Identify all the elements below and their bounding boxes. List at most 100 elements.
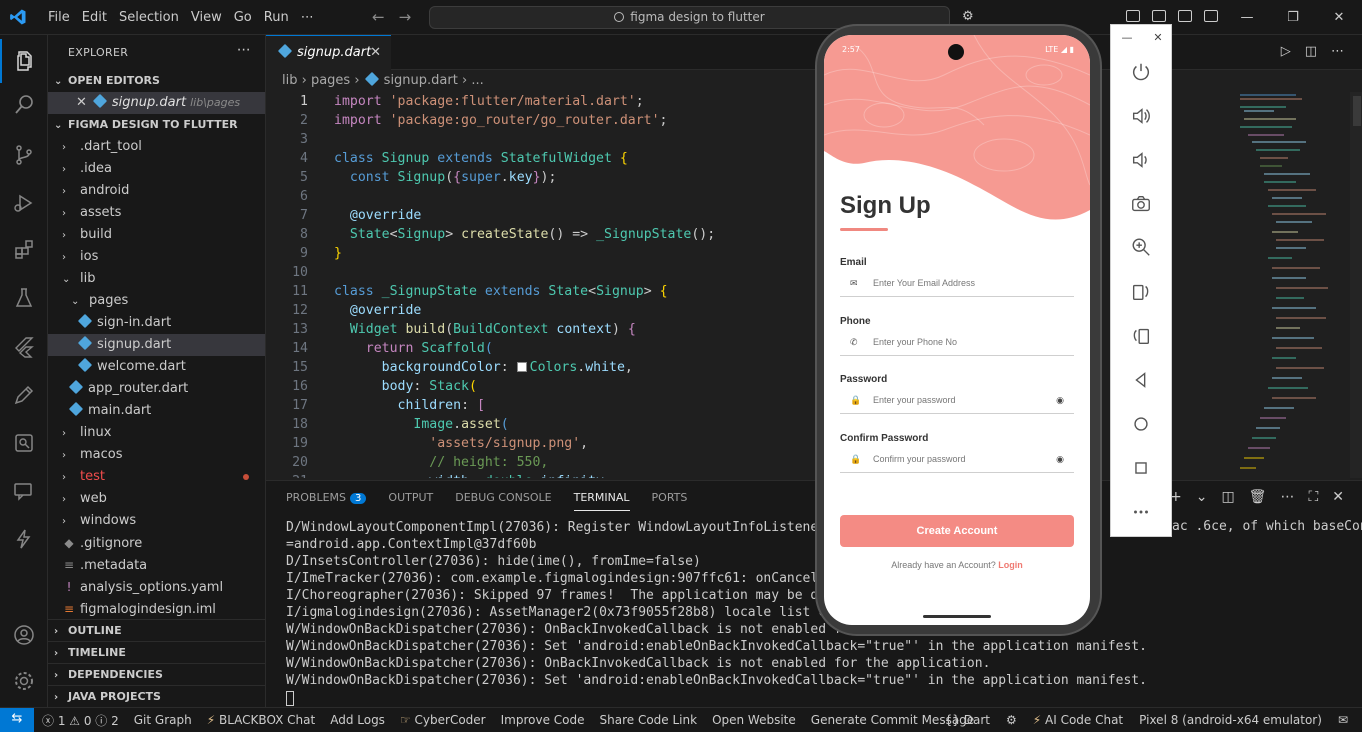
timeline-section[interactable]: › TIMELINE [48,641,265,663]
eye-icon[interactable]: ◉ [1056,396,1064,406]
confirm-password-field[interactable]: 🔒 Confirm your password ◉ [840,449,1074,473]
home-circle-icon[interactable] [1128,411,1154,437]
scrollbar-thumb[interactable] [1353,96,1361,126]
open-editor-item[interactable]: ✕ signup.dart lib\pages [48,92,265,114]
search-icon[interactable] [0,83,48,127]
volume-down-icon[interactable] [1128,147,1154,173]
explorer-icon[interactable] [0,39,48,83]
eye-icon[interactable]: ◉ [1056,455,1064,465]
file-tree-item[interactable]: › .dart_tool [48,136,265,158]
more-options-icon[interactable] [1128,499,1154,525]
email-field[interactable]: ✉ Enter Your Email Address [840,273,1074,297]
menu-edit[interactable]: Edit [76,10,113,25]
flutter-icon[interactable] [0,325,48,369]
tab-terminal[interactable]: TERMINAL [573,491,630,511]
file-tree-item[interactable]: ! analysis_options.yaml [48,576,265,598]
file-tree-item[interactable]: sign-in.dart [48,312,265,334]
phone-field[interactable]: ✆ Enter your Phone No [840,332,1074,356]
chevron-down-icon[interactable]: ⌄ [1196,489,1208,505]
source-control-icon[interactable] [0,133,48,177]
remote-explorer-icon[interactable] [0,421,48,465]
notifications-bell-icon[interactable]: ✉ [1338,713,1348,727]
file-tree-item[interactable]: signup.dart [48,334,265,356]
close-editor-icon[interactable]: ✕ [76,95,87,110]
breadcrumb-item[interactable]: signup.dart [384,73,458,88]
menu-go[interactable]: Go [228,10,258,25]
menu-more[interactable]: ⋯ [295,10,320,25]
file-tree-item[interactable]: welcome.dart [48,356,265,378]
open-website-item[interactable]: Open Website [712,713,796,727]
device-selector[interactable]: Pixel 8 (android-x64 emulator) [1139,713,1322,727]
toggle-secondary-sidebar-icon[interactable] [1204,10,1218,22]
settings-gear-icon[interactable] [0,659,48,703]
copilot-icon[interactable]: ⚙ [962,9,974,24]
more-actions-icon[interactable]: ⋯ [1280,489,1294,505]
breadcrumb-item[interactable]: pages [311,73,350,88]
file-tree-item[interactable]: › linux [48,422,265,444]
problems-status[interactable]: ⓧ 1 ⚠ 0 ⓘ 2 [42,712,119,729]
split-terminal-icon[interactable]: ◫ [1221,489,1234,505]
file-tree-item[interactable]: ≡ .metadata [48,554,265,576]
breadcrumb-item[interactable]: ... [471,73,483,88]
login-link[interactable]: Login [998,560,1023,570]
lightning-icon[interactable] [0,517,48,561]
extensions-icon[interactable] [0,228,48,272]
emulator-screen[interactable]: 2:57 LTE ◢ ▮ Sign Up Email ✉ Enter Your … [824,35,1090,625]
toggle-panel-icon[interactable] [1178,10,1192,22]
menu-selection[interactable]: Selection [113,10,185,25]
file-tree-item[interactable]: › android [48,180,265,202]
close-icon[interactable]: ✕ [1316,0,1362,35]
file-tree-item[interactable]: › web [48,488,265,510]
trash-icon[interactable]: 🗑 [1249,489,1267,505]
file-tree-item[interactable]: ⌄ pages [48,290,265,312]
create-account-button[interactable]: Create Account [840,515,1074,547]
back-triangle-icon[interactable] [1128,367,1154,393]
volume-up-icon[interactable] [1128,103,1154,129]
dependencies-section[interactable]: › DEPENDENCIES [48,663,265,685]
terminal-prompt[interactable] [286,689,1358,706]
file-tree-item[interactable]: ⌄ lib [48,268,265,290]
breadcrumb-item[interactable]: lib [282,73,297,88]
rotate-right-icon[interactable] [1128,323,1154,349]
file-tree-item[interactable]: › macos [48,444,265,466]
overview-square-icon[interactable] [1128,455,1154,481]
java-projects-section[interactable]: › JAVA PROJECTS [48,685,265,707]
password-field[interactable]: 🔒 Enter your password ◉ [840,390,1074,414]
pen-tool-icon[interactable] [0,373,48,417]
file-tree-item[interactable]: ≡ figmalogindesign.iml [48,598,265,620]
git-graph-item[interactable]: Git Graph [134,713,192,727]
more-actions-icon[interactable]: ⋯ [237,35,251,68]
run-file-icon[interactable]: ▷ [1281,44,1291,59]
zoom-in-icon[interactable] [1128,234,1154,260]
file-tree-item[interactable]: › test [48,466,265,488]
restore-icon[interactable]: ❐ [1270,0,1316,35]
rotate-left-icon[interactable] [1128,279,1154,305]
more-actions-icon[interactable]: ⋯ [1331,44,1344,59]
tab-debug-console[interactable]: DEBUG CONSOLE [455,491,551,511]
outline-section[interactable]: › OUTLINE [48,619,265,641]
close-icon[interactable]: ✕ [1153,31,1162,44]
file-tree-item[interactable]: › windows [48,510,265,532]
close-tab-icon[interactable]: ✕ [370,36,381,70]
testing-flask-icon[interactable] [0,276,48,320]
toggle-sidebar-icon[interactable] [1152,10,1166,22]
split-editor-icon[interactable]: ◫ [1305,44,1317,59]
tab-signup-dart[interactable]: signup.dart ✕ [266,35,391,70]
blackbox-chat-item[interactable]: ⚡ BLACKBOX Chat [207,713,315,727]
remote-indicator-icon[interactable]: ⇆ [0,708,34,732]
language-mode[interactable]: {} Dart [945,713,990,727]
copilot-status-icon[interactable]: ⚙ [1006,713,1017,727]
file-tree-item[interactable]: › assets [48,202,265,224]
menu-file[interactable]: File [42,10,76,25]
open-editors-section[interactable]: ⌄ OPEN EDITORS [48,70,265,92]
improve-code-item[interactable]: Improve Code [501,713,585,727]
customize-layout-icon[interactable] [1126,10,1140,22]
file-tree-item[interactable]: main.dart [48,400,265,422]
minimap[interactable] [1236,92,1346,478]
menu-run[interactable]: Run [258,10,295,25]
tab-ports[interactable]: PORTS [652,491,688,511]
code-editor[interactable]: 1 import 'package:flutter/material.dart';… [266,92,1362,478]
editor-scrollbar[interactable] [1350,92,1362,478]
project-section[interactable]: ⌄ FIGMA DESIGN TO FLUTTER [48,114,265,136]
share-code-link-item[interactable]: Share Code Link [600,713,698,727]
